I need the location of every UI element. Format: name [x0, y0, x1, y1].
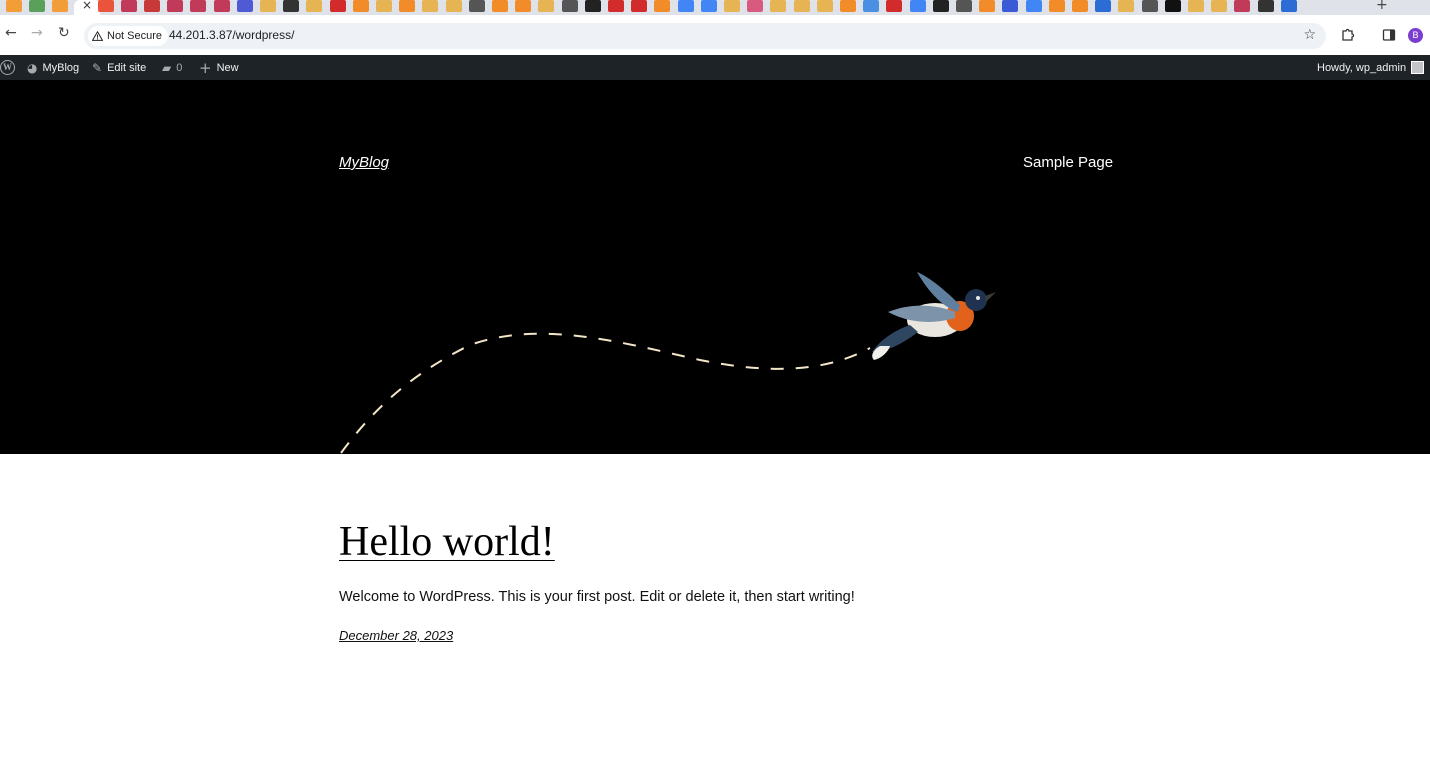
edit-site-label: Edit site	[107, 61, 147, 74]
browser-tab-favicon[interactable]	[1188, 0, 1204, 12]
browser-tab-favicon[interactable]	[97, 0, 114, 12]
browser-tab-favicon[interactable]	[816, 0, 833, 12]
url-text[interactable]: 44.201.3.87/wordpress/	[169, 28, 294, 42]
profile-avatar[interactable]: B	[1408, 28, 1423, 43]
address-bar[interactable]: Not Secure 44.201.3.87/wordpress/ ☆	[84, 23, 1326, 49]
user-avatar	[1411, 61, 1425, 74]
browser-tab-favicon[interactable]	[1234, 0, 1251, 12]
back-arrow-icon[interactable]: ←	[5, 25, 17, 41]
browser-tab-favicon[interactable]	[422, 0, 439, 12]
security-label: Not Secure	[107, 30, 163, 42]
browser-tab-favicon[interactable]	[631, 0, 648, 12]
edit-site-link[interactable]: ✎ Edit site	[92, 55, 146, 80]
browser-tab-favicon[interactable]	[283, 0, 300, 12]
browser-tab-favicon[interactable]	[52, 0, 69, 12]
new-content-menu[interactable]: + New	[199, 55, 239, 80]
browser-tab-active[interactable]: ×	[74, 0, 100, 15]
browser-tab-favicon[interactable]	[120, 0, 137, 12]
browser-tab-favicon[interactable]	[352, 0, 369, 12]
browser-tab-strip: × +	[0, 0, 1430, 15]
browser-tab-favicon[interactable]	[561, 0, 578, 12]
browser-tab-favicon[interactable]	[167, 0, 184, 12]
close-tab-icon[interactable]: ×	[82, 0, 92, 12]
howdy-label: Howdy, wp_admin	[1317, 61, 1407, 74]
browser-tab-favicon[interactable]	[376, 0, 392, 12]
comments-count: 0	[176, 61, 183, 74]
browser-tab-favicon[interactable]	[492, 0, 508, 12]
bird-flight-illustration	[340, 272, 996, 454]
browser-tab-favicon[interactable]	[1211, 0, 1228, 12]
site-name-label: MyBlog	[42, 61, 80, 74]
wp-logo-menu[interactable]: W	[0, 55, 15, 80]
browser-tab-favicon[interactable]	[445, 0, 462, 12]
browser-tab-favicon[interactable]	[260, 0, 276, 12]
browser-tab-favicon[interactable]	[979, 0, 996, 12]
browser-tab-favicon[interactable]	[1164, 0, 1181, 12]
new-tab-icon[interactable]: +	[1376, 0, 1388, 13]
dashboard-icon: ◕	[27, 60, 38, 75]
browser-tab-favicon[interactable]	[329, 0, 346, 12]
forward-arrow-icon[interactable]: →	[31, 25, 43, 41]
browser-tab-favicon[interactable]	[747, 0, 764, 12]
bookmark-star-icon[interactable]: ☆	[1303, 27, 1316, 43]
browser-tab-favicon[interactable]	[29, 0, 46, 12]
new-label: New	[216, 61, 239, 74]
extensions-puzzle-icon[interactable]	[1340, 27, 1356, 43]
side-panel-icon[interactable]	[1381, 27, 1397, 43]
browser-tab-favicon[interactable]	[1048, 0, 1065, 12]
browser-tab-favicon[interactable]	[886, 0, 903, 12]
browser-tab-favicon[interactable]	[1002, 0, 1019, 12]
wp-admin-bar: W ◕ MyBlog ✎ Edit site ▰ 0 + New Howdy, …	[0, 55, 1430, 80]
site-name-menu[interactable]: ◕ MyBlog	[27, 55, 79, 80]
browser-tab-favicon[interactable]	[236, 0, 253, 12]
browser-toolbar: ← → ↻ Not Secure 44.201.3.87/wordpress/ …	[0, 15, 1430, 55]
plus-icon: +	[199, 58, 212, 77]
browser-tab-favicon[interactable]	[1118, 0, 1135, 12]
browser-tab-favicon[interactable]	[770, 0, 787, 12]
warning-triangle-icon	[92, 31, 103, 41]
reload-icon[interactable]: ↻	[58, 25, 70, 41]
browser-tab-favicon[interactable]	[6, 0, 22, 12]
browser-tab-favicon[interactable]	[1095, 0, 1112, 12]
browser-tab-favicon[interactable]	[654, 0, 671, 12]
browser-tab-favicon[interactable]	[468, 0, 485, 12]
edit-brush-icon: ✎	[92, 60, 103, 75]
browser-tab-favicon[interactable]	[1072, 0, 1088, 12]
browser-tab-favicon[interactable]	[1280, 0, 1297, 12]
browser-tab-favicon[interactable]	[144, 0, 160, 12]
browser-tab-favicon[interactable]	[306, 0, 323, 12]
browser-tab-favicon[interactable]	[608, 0, 624, 12]
post-title-link[interactable]: Hello world!	[339, 518, 555, 566]
browser-tab-favicon[interactable]	[840, 0, 856, 12]
site-title-link[interactable]: MyBlog	[339, 154, 389, 171]
site-header: MyBlog Sample Page	[0, 80, 1430, 454]
browser-tab-favicon[interactable]	[538, 0, 555, 12]
browser-tab-favicon[interactable]	[863, 0, 880, 12]
security-chip[interactable]: Not Secure	[88, 26, 169, 46]
browser-tab-favicon[interactable]	[515, 0, 532, 12]
my-account-menu[interactable]: Howdy, wp_admin	[1317, 55, 1425, 80]
bird-icon	[872, 272, 996, 360]
browser-tab-favicon[interactable]	[584, 0, 601, 12]
browser-tab-favicon[interactable]	[399, 0, 416, 12]
browser-tab-favicon[interactable]	[700, 0, 717, 12]
browser-tab-favicon[interactable]	[909, 0, 926, 12]
browser-tab-favicon[interactable]	[190, 0, 207, 12]
comment-bubble-icon: ▰	[162, 60, 172, 75]
browser-tab-favicon[interactable]	[1025, 0, 1042, 12]
browser-tab-favicon[interactable]	[1257, 0, 1274, 12]
browser-tab-favicon[interactable]	[793, 0, 810, 12]
post-date-link[interactable]: December 28, 2023	[339, 628, 453, 643]
browser-tab-favicon[interactable]	[724, 0, 740, 12]
browser-tab-favicon[interactable]	[677, 0, 694, 12]
browser-tab-favicon[interactable]	[1141, 0, 1158, 12]
browser-tab-favicon[interactable]	[956, 0, 972, 12]
comments-link[interactable]: ▰ 0	[162, 55, 182, 80]
browser-tab-favicon[interactable]	[213, 0, 230, 12]
browser-tab-favicon[interactable]	[932, 0, 949, 12]
wordpress-logo-icon: W	[0, 60, 15, 75]
nav-link-sample-page[interactable]: Sample Page	[1023, 154, 1113, 171]
post-excerpt: Welcome to WordPress. This is your first…	[339, 589, 855, 605]
